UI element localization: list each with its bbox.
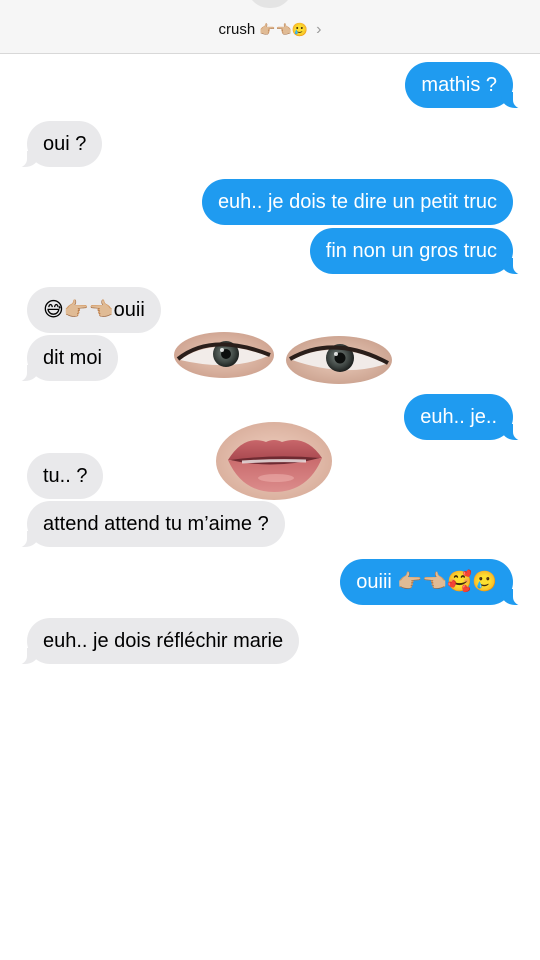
right-eye-sticker[interactable] — [284, 334, 394, 386]
message-outgoing[interactable]: fin non un gros truc — [309, 228, 526, 275]
message-text: fin non un gros truc — [325, 240, 497, 262]
message-outgoing[interactable]: euh.. je dois te dire un petit truc — [201, 179, 513, 225]
message-outgoing[interactable]: mathis ? — [405, 62, 525, 109]
contact-avatar[interactable] — [247, 0, 293, 8]
message-text: ouiii 👉🏼👈🏼🥰🥲 — [356, 571, 497, 593]
left-eye-sticker[interactable] — [172, 330, 276, 380]
message-text: euh.. je dois te dire un petit truc — [217, 191, 497, 213]
message-incoming[interactable]: 😅👉🏼👈🏼ouii — [27, 287, 161, 333]
message-text: dit moi — [43, 347, 102, 369]
message-incoming[interactable]: oui ? — [14, 121, 103, 168]
contact-emoji: 👉🏼👈🏼🥲 — [259, 22, 308, 37]
mouth-sticker[interactable] — [214, 420, 334, 502]
message-text: euh.. je dois réfléchir marie — [43, 630, 284, 652]
message-text: attend attend tu m’aime ? — [43, 513, 269, 535]
message-incoming[interactable]: attend attend tu m’aime ? — [15, 501, 285, 548]
message-outgoing[interactable]: euh.. je.. — [404, 394, 525, 441]
contact-title[interactable]: crush 👉🏼👈🏼🥲 › — [0, 20, 540, 40]
message-text: oui ? — [43, 133, 87, 155]
message-text: tu.. ? — [43, 465, 88, 487]
message-incoming[interactable]: dit moi — [15, 335, 118, 382]
contact-name: crush — [218, 21, 256, 38]
conversation-header: crush 👉🏼👈🏼🥲 › — [0, 0, 540, 54]
message-text: 😅👉🏼👈🏼ouii — [43, 299, 145, 321]
chevron-right-icon[interactable]: › — [316, 21, 321, 38]
message-text: mathis ? — [421, 74, 497, 96]
message-outgoing[interactable]: ouiii 👉🏼👈🏼🥰🥲 — [340, 559, 525, 606]
message-incoming[interactable]: tu.. ? — [27, 453, 104, 499]
message-incoming[interactable]: euh.. je dois réfléchir marie — [14, 618, 300, 665]
message-text: euh.. je.. — [420, 406, 497, 428]
